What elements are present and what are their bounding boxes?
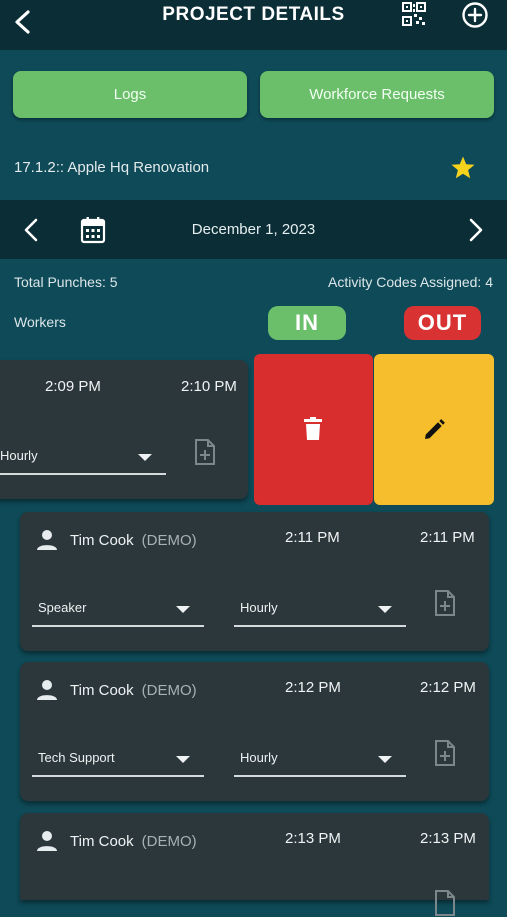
logs-button[interactable]: Logs [13,71,247,118]
pencil-icon [425,419,445,439]
person-icon [37,831,57,851]
add-document-icon[interactable] [433,739,457,767]
workforce-requests-button[interactable]: Workforce Requests [260,71,494,118]
chevron-down-icon [138,454,152,461]
in-time: 2:09 PM [45,378,101,395]
in-time: 2:11 PM [285,529,340,546]
add-circle-icon[interactable] [461,1,489,29]
add-document-icon[interactable] [433,889,457,917]
worker-last-name: Cook [98,681,134,699]
chevron-down-icon [176,606,190,613]
total-punches: Total Punches: 5 [14,274,118,290]
punch-card[interactable]: Tim Cook (DEMO) 2:12 PM 2:12 PM Tech Sup… [20,662,489,801]
chevron-down-icon [378,606,392,613]
edit-punch-button[interactable] [374,354,494,505]
pay-type-value: Hourly [240,600,278,615]
punch-card-swiped[interactable]: 2:09 PM 2:10 PM Hourly [0,360,248,499]
pay-type-select[interactable]: Hourly [234,585,406,627]
person-icon [37,530,57,550]
out-time: 2:10 PM [181,378,237,395]
worker-first-name: Tim [70,681,95,699]
worker-first-name: Tim [70,832,95,850]
pay-type-select[interactable]: Hourly [0,433,166,475]
date-navigation-bar: December 1, 2023 [0,200,507,259]
qr-code-icon[interactable] [401,1,427,27]
chevron-right-icon[interactable] [467,217,485,243]
star-icon[interactable] [450,155,476,181]
out-column-header: OUT [404,306,481,340]
worker-last-name: Cook [98,531,134,549]
activity-code-select[interactable]: Tech Support [32,735,204,777]
worker-name-line: Tim Cook (DEMO) [36,679,197,701]
pay-type-value: Hourly [0,448,38,463]
punch-card[interactable]: Tim Cook (DEMO) 2:11 PM 2:11 PM Speaker … [20,512,489,651]
in-column-header: IN [268,306,346,340]
selected-date: December 1, 2023 [191,221,316,238]
pay-type-value: Hourly [240,750,278,765]
chevron-down-icon [176,756,190,763]
out-time: 2:11 PM [420,529,475,546]
activity-code-value: Tech Support [38,750,115,765]
demo-tag: (DEMO) [141,832,197,850]
pay-type-select[interactable]: Hourly [234,735,406,777]
app-header: PROJECT DETAILS [0,0,507,50]
workers-label: Workers [14,314,66,330]
in-time: 2:12 PM [285,679,341,696]
worker-first-name: Tim [70,531,95,549]
chevron-down-icon [378,756,392,763]
person-icon [37,680,57,700]
demo-tag: (DEMO) [141,531,197,549]
out-time: 2:12 PM [420,679,476,696]
demo-tag: (DEMO) [141,681,197,699]
add-document-icon[interactable] [193,438,217,466]
worker-name-line: Tim Cook (DEMO) [36,529,197,551]
worker-last-name: Cook [98,832,134,850]
delete-punch-button[interactable] [254,354,373,505]
add-document-icon[interactable] [433,589,457,617]
page-title: PROJECT DETAILS [162,4,345,25]
worker-name-line: Tim Cook (DEMO) [36,830,197,852]
project-name: 17.1.2:: Apple Hq Renovation [14,159,210,176]
activity-codes-assigned: Activity Codes Assigned: 4 [328,274,493,290]
trash-icon [304,417,322,440]
out-time: 2:13 PM [420,830,476,847]
activity-code-select[interactable]: Speaker [32,585,204,627]
in-time: 2:13 PM [285,830,341,847]
punch-card[interactable]: Tim Cook (DEMO) 2:13 PM 2:13 PM [20,813,489,916]
activity-code-value: Speaker [38,600,87,615]
